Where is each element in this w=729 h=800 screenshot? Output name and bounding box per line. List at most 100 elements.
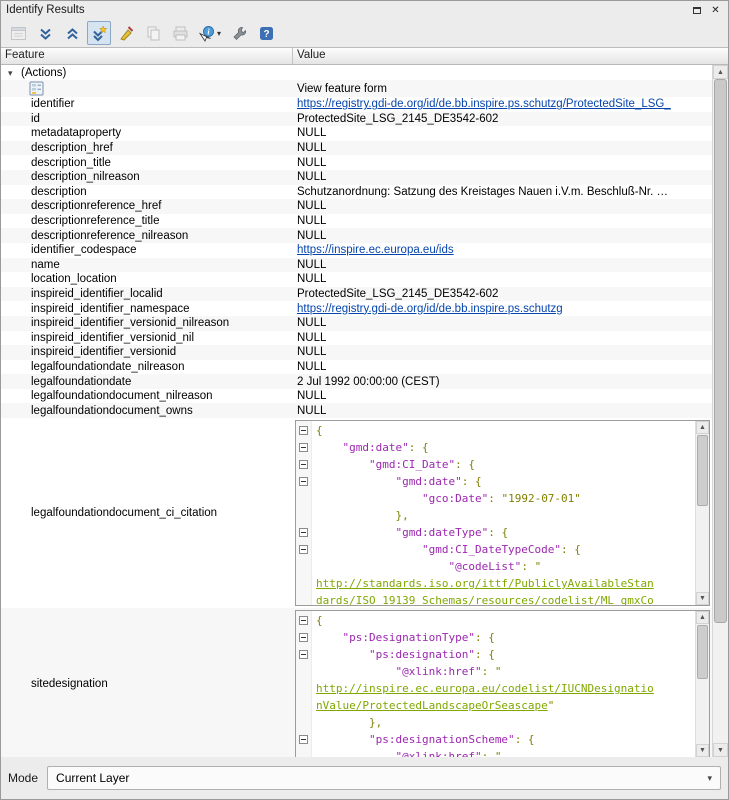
mode-label: Mode bbox=[8, 771, 38, 785]
column-header-value[interactable]: Value bbox=[293, 48, 728, 64]
feature-name: description_title bbox=[1, 157, 293, 169]
field-row-identifier_codespace[interactable]: identifier_codespacehttps://inspire.ec.e… bbox=[1, 243, 712, 258]
field-row-descriptionreference_nilreason[interactable]: descriptionreference_nilreasonNULL bbox=[1, 228, 712, 243]
value-text: NULL bbox=[297, 157, 326, 169]
copy-feature-button[interactable] bbox=[141, 21, 165, 45]
field-row-inspireid_identifier_localid[interactable]: inspireid_identifier_localidProtectedSit… bbox=[1, 287, 712, 302]
expand-tree-button[interactable] bbox=[33, 21, 57, 45]
feature-name: legalfoundationdate bbox=[1, 376, 293, 388]
scroll-up-icon[interactable]: ▲ bbox=[713, 65, 728, 79]
value-text: NULL bbox=[297, 332, 326, 344]
scroll-down-icon[interactable]: ▼ bbox=[713, 743, 728, 757]
field-row-legalfoundationdocument_owns[interactable]: legalfoundationdocument_ownsNULL bbox=[1, 403, 712, 418]
fold-marker-icon[interactable] bbox=[299, 460, 308, 469]
clear-results-button[interactable] bbox=[114, 21, 138, 45]
fold-marker-icon[interactable] bbox=[299, 528, 308, 537]
code-line: dards/ISO_19139_Schemas/resources/codeli… bbox=[296, 592, 695, 605]
feature-name: descriptionreference_href bbox=[1, 200, 293, 212]
open-form-view-button[interactable] bbox=[6, 21, 30, 45]
value-text: NULL bbox=[297, 346, 326, 358]
field-row-descriptionreference_href[interactable]: descriptionreference_href NULL bbox=[1, 199, 712, 214]
field-row-legalfoundationdate[interactable]: legalfoundationdate2 Jul 1992 00:00:00 (… bbox=[1, 374, 712, 389]
code-scrollbar[interactable]: ▲▼ bbox=[695, 611, 709, 757]
svg-text:?: ? bbox=[263, 29, 269, 40]
feature-name: descriptionreference_title bbox=[1, 215, 293, 227]
json-code-view[interactable]: { "ps:DesignationType": { "ps:designatio… bbox=[295, 610, 710, 757]
field-row-inspireid_identifier_versionid[interactable]: inspireid_identifier_versionid NULL bbox=[1, 345, 712, 360]
expand-new-results-button[interactable] bbox=[87, 21, 111, 45]
value-text: NULL bbox=[297, 361, 326, 373]
feature-name: inspireid_identifier_namespace bbox=[1, 303, 293, 315]
field-row-inspireid_identifier_namespace[interactable]: inspireid_identifier_namespace https://re… bbox=[1, 301, 712, 316]
panel-scrollbar[interactable]: ▲ ▼ bbox=[712, 65, 728, 757]
field-row-legalfoundationdocument_ci_citation[interactable]: legalfoundationdocument_ci_citation{ "gm… bbox=[1, 418, 712, 608]
expand-new-results-icon bbox=[91, 25, 108, 42]
feature-name: description_href bbox=[1, 142, 293, 154]
value-text: NULL bbox=[297, 200, 326, 212]
fold-marker-icon[interactable] bbox=[299, 616, 308, 625]
field-row-location_location[interactable]: location_locationNULL bbox=[1, 272, 712, 287]
identify-mode-icon: i bbox=[198, 25, 215, 42]
mode-combobox-value: Current Layer bbox=[56, 771, 129, 785]
json-code-view[interactable]: { "gmd:date": { "gmd:CI_Date": { "gmd:da… bbox=[295, 420, 710, 606]
feature-name: inspireid_identifier_versionid bbox=[1, 346, 293, 358]
field-row-descriptionreference_title[interactable]: descriptionreference_titleNULL bbox=[1, 214, 712, 229]
field-row-description_nilreason[interactable]: description_nilreasonNULL bbox=[1, 170, 712, 185]
help-button[interactable]: ? bbox=[254, 21, 278, 45]
identify-mode-button[interactable]: i▾ bbox=[195, 21, 224, 45]
feature-name: name bbox=[1, 259, 293, 271]
fold-marker-icon[interactable] bbox=[299, 545, 308, 554]
code-line: "gco:Date": "1992-07-01" bbox=[296, 490, 695, 507]
action-label[interactable]: View feature form bbox=[293, 83, 712, 95]
feature-form-icon[interactable] bbox=[29, 81, 44, 96]
action-row-view-feature-form[interactable]: View feature form bbox=[1, 80, 712, 97]
tree-row-actions[interactable]: ▾(Actions) bbox=[1, 65, 712, 80]
mode-combobox[interactable]: Current Layer ▾ bbox=[47, 766, 721, 790]
close-panel-button[interactable]: ✕ bbox=[708, 3, 723, 17]
scroll-down-icon[interactable]: ▼ bbox=[696, 744, 709, 757]
field-row-identifier[interactable]: identifierhttps://registry.gdi-de.org/id… bbox=[1, 97, 712, 112]
scrollbar-thumb[interactable] bbox=[697, 435, 708, 506]
field-row-inspireid_identifier_versionid_nil[interactable]: inspireid_identifier_versionid_nil NULL bbox=[1, 331, 712, 346]
field-row-id[interactable]: idProtectedSite_LSG_2145_DE3542-602 bbox=[1, 112, 712, 127]
collapse-tree-button[interactable] bbox=[60, 21, 84, 45]
field-row-metadataproperty[interactable]: metadatapropertyNULL bbox=[1, 126, 712, 141]
fold-marker-icon[interactable] bbox=[299, 443, 308, 452]
field-row-description_title[interactable]: description_title NULL bbox=[1, 155, 712, 170]
field-row-legalfoundationdocument_nilreason[interactable]: legalfoundationdocument_nilreasonNULL bbox=[1, 389, 712, 404]
identify-settings-button[interactable] bbox=[227, 21, 251, 45]
print-response-button[interactable] bbox=[168, 21, 192, 45]
fold-marker-icon[interactable] bbox=[299, 633, 308, 642]
collapse-caret-icon[interactable]: ▾ bbox=[8, 68, 21, 79]
field-row-description_href[interactable]: description_hrefNULL bbox=[1, 141, 712, 156]
column-header-feature[interactable]: Feature bbox=[1, 48, 293, 64]
identify-settings-icon bbox=[231, 25, 248, 42]
scrollbar-thumb[interactable] bbox=[714, 79, 727, 623]
value-text: NULL bbox=[297, 390, 326, 402]
scroll-up-icon[interactable]: ▲ bbox=[696, 611, 709, 624]
field-row-inspireid_identifier_versionid_nilreason[interactable]: inspireid_identifier_versionid_nilreason… bbox=[1, 316, 712, 331]
scroll-down-icon[interactable]: ▼ bbox=[696, 592, 709, 605]
float-panel-button[interactable] bbox=[689, 3, 704, 17]
field-row-sitedesignation[interactable]: sitedesignation{ "ps:DesignationType": {… bbox=[1, 608, 712, 757]
code-scrollbar[interactable]: ▲▼ bbox=[695, 421, 709, 605]
value-link[interactable]: https://registry.gdi-de.org/id/de.bb.ins… bbox=[297, 98, 671, 110]
value-link[interactable]: https://registry.gdi-de.org/id/de.bb.ins… bbox=[297, 303, 563, 315]
code-line: "ps:designationScheme": { bbox=[296, 731, 695, 748]
fold-marker-icon[interactable] bbox=[299, 477, 308, 486]
field-row-legalfoundationdate_nilreason[interactable]: legalfoundationdate_nilreasonNULL bbox=[1, 360, 712, 375]
code-line: "gmd:dateType": { bbox=[296, 524, 695, 541]
code-line: "ps:designation": { bbox=[296, 646, 695, 663]
field-row-name[interactable]: nameNULL bbox=[1, 258, 712, 273]
feature-name: inspireid_identifier_versionid_nil bbox=[1, 332, 293, 344]
fold-marker-icon[interactable] bbox=[299, 735, 308, 744]
feature-name: description bbox=[1, 186, 293, 198]
scroll-up-icon[interactable]: ▲ bbox=[696, 421, 709, 434]
value-text: Schutzanordnung: Satzung des Kreistages … bbox=[297, 186, 668, 198]
value-text: NULL bbox=[297, 127, 326, 139]
scrollbar-thumb[interactable] bbox=[697, 625, 708, 679]
field-row-description[interactable]: description Schutzanordnung: Satzung des … bbox=[1, 185, 712, 200]
value-link[interactable]: https://inspire.ec.europa.eu/ids bbox=[297, 244, 454, 256]
fold-marker-icon[interactable] bbox=[299, 426, 308, 435]
fold-marker-icon[interactable] bbox=[299, 650, 308, 659]
